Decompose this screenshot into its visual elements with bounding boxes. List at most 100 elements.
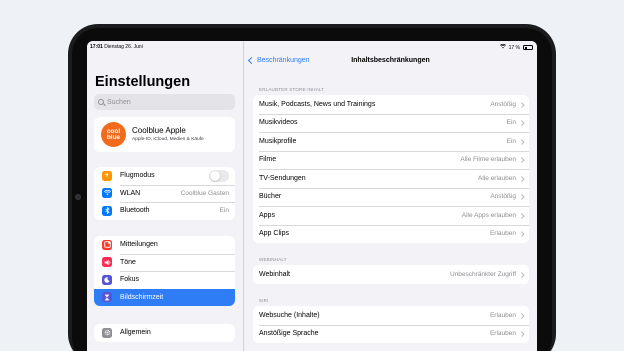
list-item-value: Erlauben [489,311,516,319]
content-restrictions-pane: Beschränkungen Inhaltsbeschränkungen ERL… [244,41,537,351]
list-item[interactable]: App Clips Erlauben [253,224,529,244]
list-item[interactable]: Musikvideos Ein [253,113,529,133]
search-icon [98,99,104,105]
battery-percent: 17 % [508,44,520,51]
sidebar-item-label: Töne [120,258,136,266]
list-item-value: Erlauben [489,330,516,338]
sidebar-item-bildschirmzeit[interactable]: Bildschirmzeit [94,288,235,306]
list-item[interactable]: Musikprofile Ein [253,132,529,151]
list-item-label: Bücher [259,193,282,201]
section-header-siri: SIRI [259,298,269,303]
status-date: Dienstag 26. Juni [104,44,143,50]
list-item-value: Ein [506,137,516,145]
status-time-date: 17:01 Dienstag 26. Juni [90,44,143,50]
flugmodus-toggle[interactable] [209,169,229,182]
list-item[interactable]: Webinhalt Unbeschränkter Zugriff [253,265,529,284]
list-item-value: Alle Apps erlauben [461,211,516,219]
list-item[interactable]: TV-Sendungen Alle erlauben [253,169,529,188]
sidebar-item-allgemein[interactable]: Allgemein [94,324,235,342]
chevron-right-icon [518,175,524,181]
list-item[interactable]: Bücher Anstößig [253,187,529,207]
list-item[interactable]: Anstößige Sprache Erlauben [253,324,529,344]
list-item-label: Filme [259,156,277,164]
chevron-right-icon [518,312,524,318]
battery-icon [523,45,533,50]
bluetooth-icon [102,205,112,216]
list-item[interactable]: Musik, Podcasts, News und Trainings Anst… [253,95,529,114]
sidebar-title: Einstellungen [95,74,191,90]
list-item[interactable]: Websuche (Inhalte) Erlauben [253,306,529,325]
avatar-text-line2: blue [106,133,121,141]
list-item[interactable]: Apps Alle Apps erlauben [253,206,529,225]
list-item-label: Musikprofile [259,137,297,145]
list-item-label: Anstößige Sprache [259,330,319,338]
list-item-value: Alle erlauben [478,174,516,182]
ipad-screen: Einstellungen Suchen cool blue Coolblue … [87,41,537,351]
list-item-label: Apps [259,211,275,219]
general-group: Allgemein [94,324,235,342]
chevron-right-icon [518,212,524,218]
profile-name: Coolblue Apple [132,126,186,135]
bluetooth-value: Ein [219,207,229,215]
section-header-web: WEBINHALT [259,257,287,262]
list-item-label: Websuche (Inhalte) [259,311,320,319]
sidebar-item-bluetooth[interactable]: Bluetooth Ein [94,202,235,220]
airplane-icon: ✈ [102,170,112,181]
profile-subtitle: Apple-ID, iCloud, Medien & Käufe [132,137,204,142]
chevron-right-icon [518,271,524,277]
store-content-group: Musik, Podcasts, News und Trainings Anst… [253,95,529,243]
settings-sidebar: Einstellungen Suchen cool blue Coolblue … [87,41,244,351]
speaker-icon [102,257,112,268]
wlan-value: Coolblue Gasten [180,189,229,197]
search-field[interactable]: Suchen [94,94,235,110]
section-header-store: ERLAUBTER STORE-INHALT [259,87,325,92]
status-time: 17:01 [90,44,103,50]
search-placeholder: Suchen [107,98,131,106]
list-item-label: TV-Sendungen [259,174,306,182]
hourglass-icon [102,292,112,303]
sidebar-item-label: WLAN [120,189,141,197]
status-bar: 17:01 Dienstag 26. Juni 17 % [87,41,537,53]
chevron-right-icon [518,194,524,200]
wifi-icon [102,188,112,199]
sidebar-item-label: Bluetooth [120,207,150,215]
list-item-value: Erlauben [489,230,516,238]
chevron-right-icon [518,157,524,163]
sidebar-item-mitteilungen[interactable]: Mitteilungen [94,236,235,254]
list-item-value: Unbeschränkter Zugriff [450,270,516,278]
list-item-label: Webinhalt [259,270,291,278]
status-indicators: 17 % [499,43,533,51]
chevron-right-icon [518,138,524,144]
sidebar-item-flugmodus[interactable]: ✈ Flugmodus [94,167,235,185]
sidebar-item-label: Allgemein [120,329,151,337]
list-item-value: Alle Filme erlauben [460,156,516,164]
chevron-right-icon [518,331,524,337]
bell-icon [102,239,112,250]
sidebar-item-wlan[interactable]: WLAN Coolblue Gasten [94,184,235,203]
web-content-group: Webinhalt Unbeschränkter Zugriff [253,265,529,284]
sidebar-item-toene[interactable]: Töne [94,253,235,272]
connectivity-group: ✈ Flugmodus WLAN Coolblue Gasten Bluetoo… [94,167,235,220]
chevron-right-icon [518,120,524,126]
list-item-label: App Clips [259,230,289,238]
list-item[interactable]: Filme Alle Filme erlauben [253,150,529,170]
list-item-value: Anstößig [490,100,516,108]
camera-icon [75,194,81,200]
wifi-status-icon [499,43,506,51]
sidebar-item-label: Fokus [120,276,140,284]
list-item-label: Musik, Podcasts, News und Trainings [259,100,376,108]
page-title: Inhaltsbeschränkungen [351,57,430,64]
list-item-value: Anstößig [490,193,516,201]
chevron-right-icon [518,101,524,107]
list-item-value: Ein [506,119,516,127]
siri-group: Websuche (Inhalte) Erlauben Anstößige Sp… [253,306,529,343]
apple-id-profile[interactable]: cool blue Coolblue Apple Apple-ID, iClou… [94,117,235,152]
chevron-right-icon [518,231,524,237]
gear-icon [102,327,112,338]
list-item-label: Musikvideos [259,119,298,127]
sidebar-item-label: Bildschirmzeit [120,293,164,301]
sidebar-item-fokus[interactable]: Fokus [94,271,235,289]
notifications-group: Mitteilungen Töne Fokus Bildschirmzeit [94,236,235,306]
moon-icon [102,274,112,285]
avatar: cool blue [101,122,126,147]
